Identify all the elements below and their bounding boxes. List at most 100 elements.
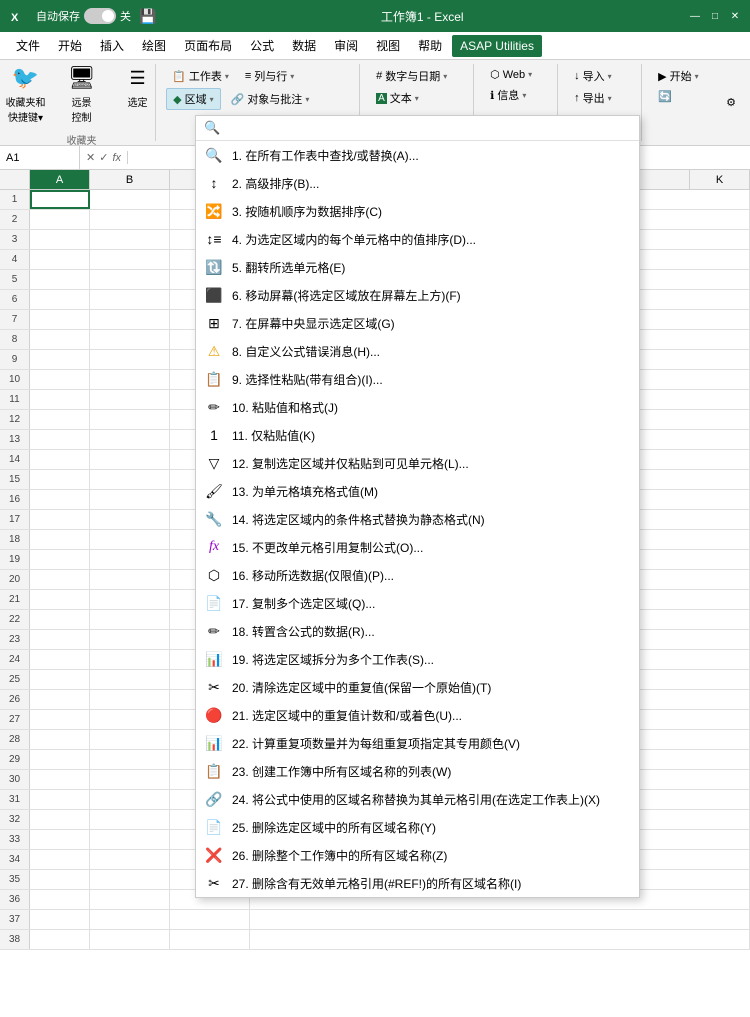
menu-item-文件[interactable]: 文件 xyxy=(8,33,48,58)
cell-B20[interactable] xyxy=(90,570,170,589)
cell-B24[interactable] xyxy=(90,650,170,669)
cell-A29[interactable] xyxy=(30,750,90,769)
menu-item-ASAP Utilities[interactable]: ASAP Utilities xyxy=(452,35,542,57)
cell-A26[interactable] xyxy=(30,690,90,709)
menu-item-公式[interactable]: 公式 xyxy=(242,33,282,58)
cell-A7[interactable] xyxy=(30,310,90,329)
cell-B1[interactable] xyxy=(90,190,170,209)
refresh-button[interactable]: 🔄 xyxy=(652,88,678,105)
cell-A12[interactable] xyxy=(30,410,90,429)
close-button[interactable]: ✕ xyxy=(728,9,742,23)
cell-A36[interactable] xyxy=(30,890,90,909)
cell-A28[interactable] xyxy=(30,730,90,749)
cell-A6[interactable] xyxy=(30,290,90,309)
cell-C38[interactable] xyxy=(170,930,250,949)
cell-A10[interactable] xyxy=(30,370,90,389)
cell-B5[interactable] xyxy=(90,270,170,289)
cell-A27[interactable] xyxy=(30,710,90,729)
dropdown-item-14[interactable]: 🔧14. 将选定区域内的条件格式替换为静态格式(N) xyxy=(196,505,639,533)
save-icon[interactable]: 💾 xyxy=(139,8,156,25)
menu-item-插入[interactable]: 插入 xyxy=(92,33,132,58)
cell-B34[interactable] xyxy=(90,850,170,869)
cell-B22[interactable] xyxy=(90,610,170,629)
cell-A5[interactable] xyxy=(30,270,90,289)
cell-A25[interactable] xyxy=(30,670,90,689)
dropdown-item-18[interactable]: ✏18. 转置含公式的数据(R)... xyxy=(196,617,639,645)
worksheet-button[interactable]: 📋 工作表 ▾ xyxy=(166,66,235,86)
cell-B26[interactable] xyxy=(90,690,170,709)
dropdown-item-21[interactable]: 🔴21. 选定区域中的重复值计数和/或着色(U)... xyxy=(196,701,639,729)
cell-A1[interactable] xyxy=(30,190,90,209)
favorites-shortcuts-button[interactable]: 🐦 收藏夹和 快捷键▾ xyxy=(2,58,50,128)
cell-A38[interactable] xyxy=(30,930,90,949)
menu-item-页面布局[interactable]: 页面布局 xyxy=(176,33,240,58)
objects-button[interactable]: 🔗 对象与批注 ▾ xyxy=(225,89,316,109)
cell-A9[interactable] xyxy=(30,350,90,369)
cell-A34[interactable] xyxy=(30,850,90,869)
cell-A30[interactable] xyxy=(30,770,90,789)
cell-A8[interactable] xyxy=(30,330,90,349)
menu-item-视图[interactable]: 视图 xyxy=(368,33,408,58)
info-button[interactable]: ℹ 信息 ▾ xyxy=(484,85,532,105)
menu-item-帮助[interactable]: 帮助 xyxy=(410,33,450,58)
cell-B30[interactable] xyxy=(90,770,170,789)
text-button[interactable]: A 文本 ▾ xyxy=(370,88,425,108)
select-button[interactable]: ☰ 选定 xyxy=(114,58,162,113)
cell-A3[interactable] xyxy=(30,230,90,249)
dropdown-item-12[interactable]: ▽12. 复制选定区域并仅粘贴到可见单元格(L)... xyxy=(196,449,639,477)
cell-A11[interactable] xyxy=(30,390,90,409)
export-button[interactable]: ↑ 导出 ▾ xyxy=(568,88,618,108)
cell-A35[interactable] xyxy=(30,870,90,889)
menu-item-审阅[interactable]: 审阅 xyxy=(326,33,366,58)
cell-B12[interactable] xyxy=(90,410,170,429)
cell-B35[interactable] xyxy=(90,870,170,889)
dropdown-item-27[interactable]: ✂27. 删除含有无效单元格引用(#REF!)的所有区域名称(I) xyxy=(196,869,639,897)
dropdown-item-16[interactable]: ⬡16. 移动所选数据(仅限值)(P)... xyxy=(196,561,639,589)
cell-A22[interactable] xyxy=(30,610,90,629)
cell-B28[interactable] xyxy=(90,730,170,749)
cell-B8[interactable] xyxy=(90,330,170,349)
cell-A2[interactable] xyxy=(30,210,90,229)
col-header-B[interactable]: B xyxy=(90,170,170,189)
dropdown-item-17[interactable]: 📄17. 复制多个选定区域(Q)... xyxy=(196,589,639,617)
dropdown-item-15[interactable]: fx15. 不更改单元格引用复制公式(O)... xyxy=(196,533,639,561)
cell-B13[interactable] xyxy=(90,430,170,449)
menu-item-数据[interactable]: 数据 xyxy=(284,33,324,58)
cell-A33[interactable] xyxy=(30,830,90,849)
dropdown-item-2[interactable]: ↕2. 高级排序(B)... xyxy=(196,169,639,197)
cell-A21[interactable] xyxy=(30,590,90,609)
dropdown-item-11[interactable]: 111. 仅粘贴值(K) xyxy=(196,421,639,449)
cell-B31[interactable] xyxy=(90,790,170,809)
cell-A31[interactable] xyxy=(30,790,90,809)
dropdown-item-7[interactable]: ⊞7. 在屏幕中央显示选定区域(G) xyxy=(196,309,639,337)
dropdown-item-25[interactable]: 📄25. 删除选定区域中的所有区域名称(Y) xyxy=(196,813,639,841)
menu-item-开始[interactable]: 开始 xyxy=(50,33,90,58)
autosave-toggle[interactable] xyxy=(84,8,116,24)
settings-button[interactable]: ⚙ xyxy=(720,94,742,111)
cell-B6[interactable] xyxy=(90,290,170,309)
col-header-K[interactable]: K xyxy=(690,170,750,189)
maximize-button[interactable]: □ xyxy=(708,9,722,23)
dropdown-item-3[interactable]: 🔀3. 按随机顺序为数据排序(C) xyxy=(196,197,639,225)
cell-B33[interactable] xyxy=(90,830,170,849)
dropdown-item-10[interactable]: ✏10. 粘贴值和格式(J) xyxy=(196,393,639,421)
col-header-A[interactable]: A xyxy=(30,170,90,189)
dropdown-item-1[interactable]: 🔍1. 在所有工作表中查找/或替换(A)... xyxy=(196,141,639,169)
cell-A18[interactable] xyxy=(30,530,90,549)
dropdown-item-22[interactable]: 📊22. 计算重复项数量并为每组重复项指定其专用颜色(V) xyxy=(196,729,639,757)
cell-C37[interactable] xyxy=(170,910,250,929)
cell-D37[interactable] xyxy=(250,910,750,929)
cell-A19[interactable] xyxy=(30,550,90,569)
cell-A15[interactable] xyxy=(30,470,90,489)
cell-B38[interactable] xyxy=(90,930,170,949)
cell-B19[interactable] xyxy=(90,550,170,569)
cell-B10[interactable] xyxy=(90,370,170,389)
cell-B15[interactable] xyxy=(90,470,170,489)
dropdown-item-19[interactable]: 📊19. 将选定区域拆分为多个工作表(S)... xyxy=(196,645,639,673)
dropdown-item-20[interactable]: ✂20. 清除选定区域中的重复值(保留一个原始值)(T) xyxy=(196,673,639,701)
dropdown-item-4[interactable]: ↕≡4. 为选定区域内的每个单元格中的值排序(D)... xyxy=(196,225,639,253)
dropdown-search-input[interactable] xyxy=(226,121,631,135)
cell-B27[interactable] xyxy=(90,710,170,729)
name-box[interactable]: A1 xyxy=(0,146,80,169)
dropdown-item-13[interactable]: 🖌13. 为单元格填充格式值(M) xyxy=(196,477,639,505)
